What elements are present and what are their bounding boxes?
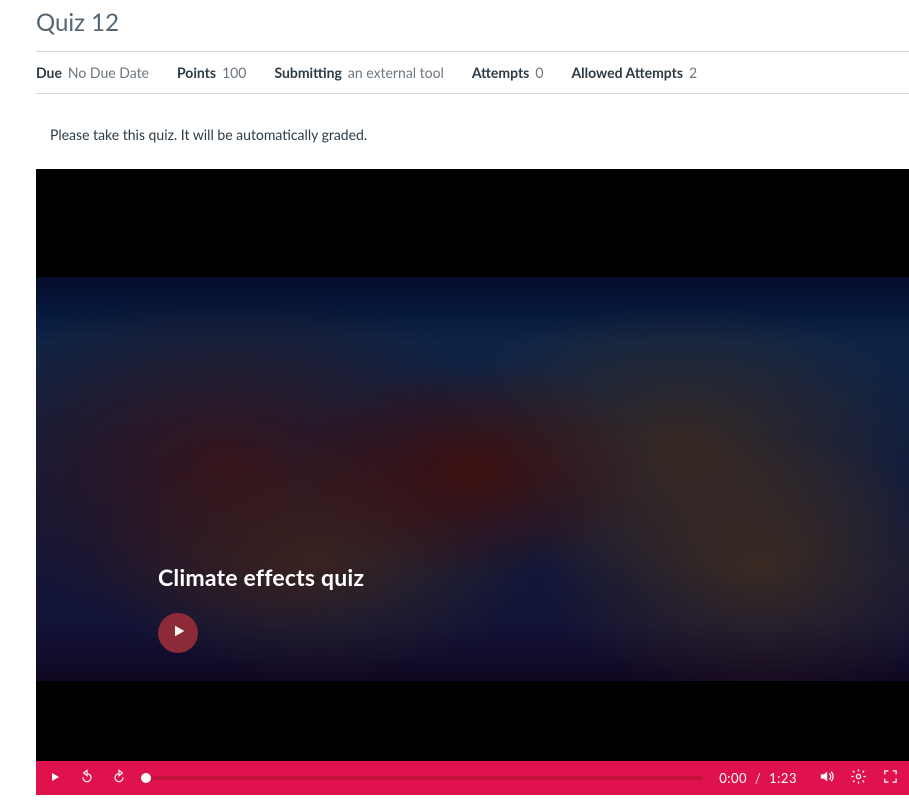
video-controls: 0:00 / 1:23 [36, 761, 909, 795]
settings-icon [850, 768, 867, 788]
meta-attempts-label: Attempts [472, 64, 530, 81]
meta-allowed-label: Allowed Attempts [571, 64, 683, 81]
play-button[interactable] [44, 767, 66, 789]
assignment-meta-bar: Due No Due Date Points 100 Submitting an… [36, 51, 909, 94]
meta-points-value: 100 [222, 64, 246, 81]
meta-allowed-attempts: Allowed Attempts 2 [571, 64, 697, 81]
meta-due: Due No Due Date [36, 64, 149, 81]
play-icon [169, 623, 187, 643]
rewind-button[interactable] [76, 767, 98, 789]
big-play-button[interactable] [158, 613, 198, 653]
video-player: Climate effects quiz [36, 169, 909, 795]
forward-icon [111, 769, 127, 788]
time-display: 0:00 / 1:23 [719, 770, 797, 786]
meta-points: Points 100 [177, 64, 246, 81]
meta-allowed-value: 2 [689, 64, 697, 81]
fullscreen-icon [882, 768, 899, 788]
meta-points-label: Points [177, 64, 216, 81]
progress-knob[interactable] [141, 773, 151, 783]
meta-submitting-label: Submitting [274, 64, 341, 81]
meta-due-value: No Due Date [68, 64, 149, 81]
volume-icon [818, 768, 835, 788]
meta-attempts-value: 0 [535, 64, 543, 81]
settings-button[interactable] [847, 767, 869, 789]
play-icon [49, 770, 61, 786]
progress-bar[interactable] [146, 776, 703, 780]
volume-button[interactable] [815, 767, 837, 789]
video-title: Climate effects quiz [158, 563, 364, 591]
fullscreen-button[interactable] [879, 767, 901, 789]
rewind-icon [79, 769, 95, 788]
duration: 1:23 [769, 770, 797, 786]
meta-attempts: Attempts 0 [472, 64, 544, 81]
meta-due-label: Due [36, 64, 62, 81]
meta-submitting-value: an external tool [348, 64, 444, 81]
time-separator: / [755, 770, 761, 786]
current-time: 0:00 [719, 770, 747, 786]
page-title: Quiz 12 [36, 8, 909, 37]
meta-submitting: Submitting an external tool [274, 64, 443, 81]
assignment-instructions: Please take this quiz. It will be automa… [50, 126, 909, 143]
forward-button[interactable] [108, 767, 130, 789]
